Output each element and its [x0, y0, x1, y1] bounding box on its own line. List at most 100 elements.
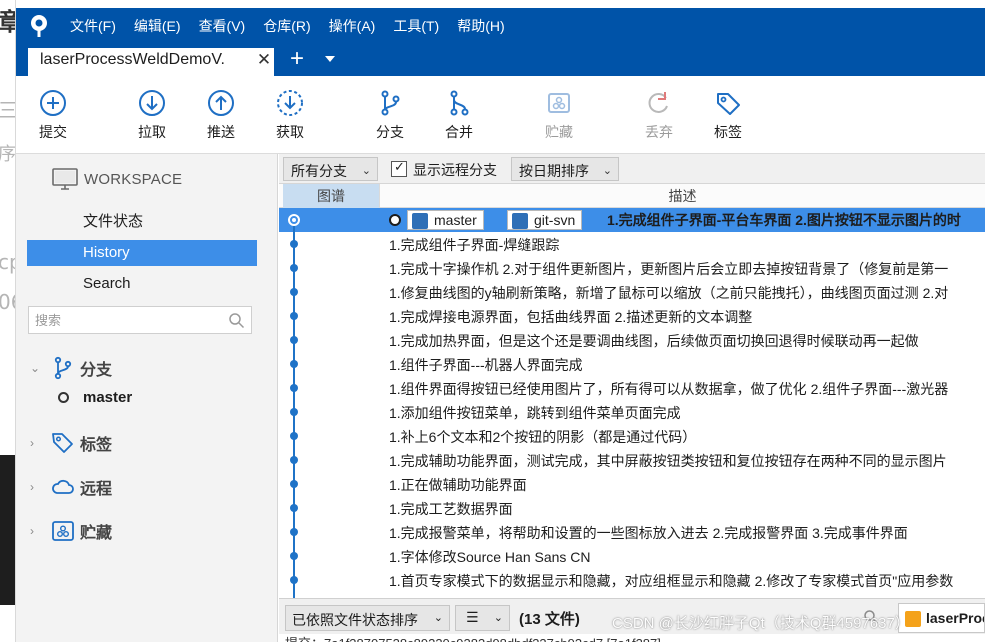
view-mode-dropdown[interactable]: ☰ ⌄ [455, 605, 510, 631]
close-icon[interactable]: ✕ [256, 51, 272, 68]
commit-row[interactable]: 1.字体修改Source Han Sans CN [279, 544, 985, 568]
sidebar-section-stashes[interactable]: › 贮藏 [30, 517, 112, 545]
commit-row[interactable]: 1.组件界面得按钮已经使用图片了，所有得可以从数据拿，做了优化 2.组件子界面-… [279, 376, 985, 400]
stash-icon [548, 93, 570, 113]
sidebar-section-branches[interactable]: ⌄ 分支 [30, 354, 112, 382]
branch-ref-master[interactable]: master [407, 210, 484, 230]
tags-section-label: 标签 [80, 437, 113, 454]
column-header-description[interactable]: 描述 [379, 184, 985, 208]
column-header-graph[interactable]: 图谱 [283, 184, 379, 208]
sidebar-section-remotes[interactable]: › 远程 [30, 473, 112, 501]
discard-button[interactable]: 丢弃 [629, 88, 689, 142]
branch-name: master [83, 388, 133, 406]
sidebar-item-search[interactable]: Search [27, 271, 257, 297]
head-commit-node-icon [288, 214, 300, 226]
menu-actions[interactable]: 操作(A) [329, 16, 376, 36]
chevron-down-icon: ⌄ [602, 165, 612, 177]
stash-button[interactable]: 贮藏 [529, 88, 589, 142]
sort-order-dropdown[interactable]: 按日期排序 ⌄ [511, 157, 619, 181]
tag-label: 标签 [714, 124, 742, 140]
repo-tab[interactable]: laserProcessWeldDemoV. ✕ [28, 48, 274, 76]
commit-message: 1.组件界面得按钮已经使用图片了，所有得可以从数据拿，做了优化 2.组件子界面-… [389, 381, 949, 397]
commit-message: 1.完成报警菜单，将帮助和设置的一些图标放入进去 2.完成报警界面 3.完成事件… [389, 525, 908, 541]
check-icon: ✓ [394, 159, 405, 174]
chevron-right-icon[interactable]: › [30, 436, 46, 450]
commit-button[interactable]: 提交 [23, 88, 83, 142]
chevron-right-icon[interactable]: › [30, 524, 46, 538]
push-label: 推送 [207, 124, 235, 140]
commit-row[interactable]: 1.完成辅助功能界面，测试完成，其中屏蔽按钮类按钮和复位按钮存在两种不同的显示图… [279, 448, 985, 472]
commit-detail-line: 提交：7a1f38707528c89230c9283d98dbdf337cb93… [279, 634, 985, 642]
tag-button[interactable]: 标签 [698, 88, 758, 142]
branch-ref-git-svn[interactable]: git-svn [507, 210, 583, 230]
history-filterbar: 所有分支 ⌄ ✓ 显示远程分支 按日期排序 ⌄ [279, 154, 985, 184]
chevron-down-icon[interactable]: ⌄ [30, 361, 46, 375]
menu-edit[interactable]: 编辑(E) [134, 16, 181, 36]
sidebar-item-history[interactable]: History [27, 240, 257, 266]
commit-row[interactable]: 1.添加组件按钮菜单，跳转到组件菜单页面完成 [279, 400, 985, 424]
current-branch-icon [389, 214, 401, 226]
file-count: (13 文件) [519, 611, 580, 628]
preview-tab[interactable]: laserProc [898, 603, 985, 633]
chevron-right-icon[interactable]: › [30, 480, 46, 494]
search-icon[interactable] [228, 312, 245, 329]
commit-row[interactable]: 1.完成工艺数据界面 [279, 496, 985, 520]
branch-icon [381, 90, 400, 116]
commit-message: 1.完成组件子界面-平台车界面 2.图片按钮不显示图片的时 [607, 212, 961, 228]
stash-label: 贮藏 [545, 124, 573, 140]
commit-row[interactable]: 1.完成报警菜单，将帮助和设置的一些图标放入进去 2.完成报警界面 3.完成事件… [279, 520, 985, 544]
fetch-dashed-circle-icon [277, 90, 303, 116]
commit-row[interactable]: 1.首页专家模式下的数据显示和隐藏，对应组框显示和隐藏 2.修改了专家模式首页"… [279, 568, 985, 592]
stashes-section-label: 贮藏 [80, 525, 113, 542]
chevron-down-icon[interactable] [325, 56, 335, 62]
menu-tools[interactable]: 工具(T) [393, 16, 439, 36]
show-remote-checkbox[interactable]: ✓ [391, 159, 407, 177]
commit-node-icon [290, 240, 298, 248]
commit-row[interactable]: 1.正在做辅助功能界面 [279, 472, 985, 496]
ref-label: master [434, 212, 477, 228]
commit-row[interactable]: 1.修复曲线图的y轴刷新策略，新增了鼠标可以缩放（之前只能拽托），曲线图页面过测… [279, 280, 985, 304]
pull-button[interactable]: 拉取 [122, 88, 182, 142]
branch-icon [512, 213, 528, 229]
watermark: CSDN @长沙红胖子Qt（技术Q群4597637） [612, 615, 910, 632]
push-button[interactable]: 推送 [191, 88, 251, 142]
background-text: 章 [0, 2, 15, 37]
commit-message: 1.组件子界面---机器人界面完成 [389, 357, 583, 373]
commit-row[interactable]: 1.完成组件子界面-焊缝跟踪 [279, 232, 985, 256]
commit-node-icon [290, 384, 298, 392]
preview-tab-label: laserProc [926, 610, 985, 626]
discard-icon [648, 92, 668, 113]
commit-row[interactable]: 1.完成焊接电源界面，包括曲线界面 2.描述更新的文本调整 [279, 304, 985, 328]
fetch-button[interactable]: 获取 [260, 88, 320, 142]
add-tab-button[interactable]: + [285, 46, 309, 74]
search-input[interactable] [35, 311, 215, 329]
menubar: 文件(F) 编辑(E) 查看(V) 仓库(R) 操作(A) 工具(T) 帮助(H… [16, 8, 985, 44]
branch-button[interactable]: 分支 [360, 88, 420, 142]
sidebar-section-tags[interactable]: › 标签 [30, 429, 112, 457]
commit-node-icon [290, 432, 298, 440]
commit-row[interactable]: 1.完成十字操作机 2.对于组件更新图片，更新图片后会立即去掉按钮背景了（修复前… [279, 256, 985, 280]
sidebar-branch-master[interactable]: master [58, 386, 132, 408]
file-sort-dropdown[interactable]: 已依照文件状态排序 ⌄ [285, 605, 450, 631]
commit-row[interactable]: 1.组件子界面---机器人界面完成 [279, 352, 985, 376]
fetch-label: 获取 [276, 124, 304, 140]
branches-section-label: 分支 [80, 362, 113, 379]
menu-view[interactable]: 查看(V) [199, 16, 246, 36]
remotes-section-label: 远程 [80, 481, 113, 498]
repo-tabbar: laserProcessWeldDemoV. ✕ + [16, 44, 985, 76]
background-text: 三 [0, 94, 15, 123]
branch-filter-dropdown[interactable]: 所有分支 ⌄ [283, 157, 378, 181]
commit-row[interactable]: 1.补上6个文本和2个按钮的阴影（都是通过代码） [279, 424, 985, 448]
menu-repository[interactable]: 仓库(R) [263, 16, 310, 36]
menu-help[interactable]: 帮助(H) [457, 16, 504, 36]
merge-label: 合并 [445, 124, 473, 140]
commit-label: 提交 [39, 124, 67, 140]
sidebar-item-file-status[interactable]: 文件状态 [27, 209, 257, 235]
commit-row[interactable]: 1.完成加热界面，但是这个还是要调曲线图，后续做页面切换回退得时候联动再一起做 [279, 328, 985, 352]
menu-file[interactable]: 文件(F) [70, 16, 116, 36]
commit-row[interactable]: master git-svn 1.完成组件子界面-平台车界面 2.图片按钮不显示… [279, 208, 985, 232]
commit-node-icon [290, 312, 298, 320]
file-sort-value: 已依照文件状态排序 [292, 612, 418, 628]
merge-button[interactable]: 合并 [429, 88, 489, 142]
discard-label: 丢弃 [645, 124, 673, 140]
